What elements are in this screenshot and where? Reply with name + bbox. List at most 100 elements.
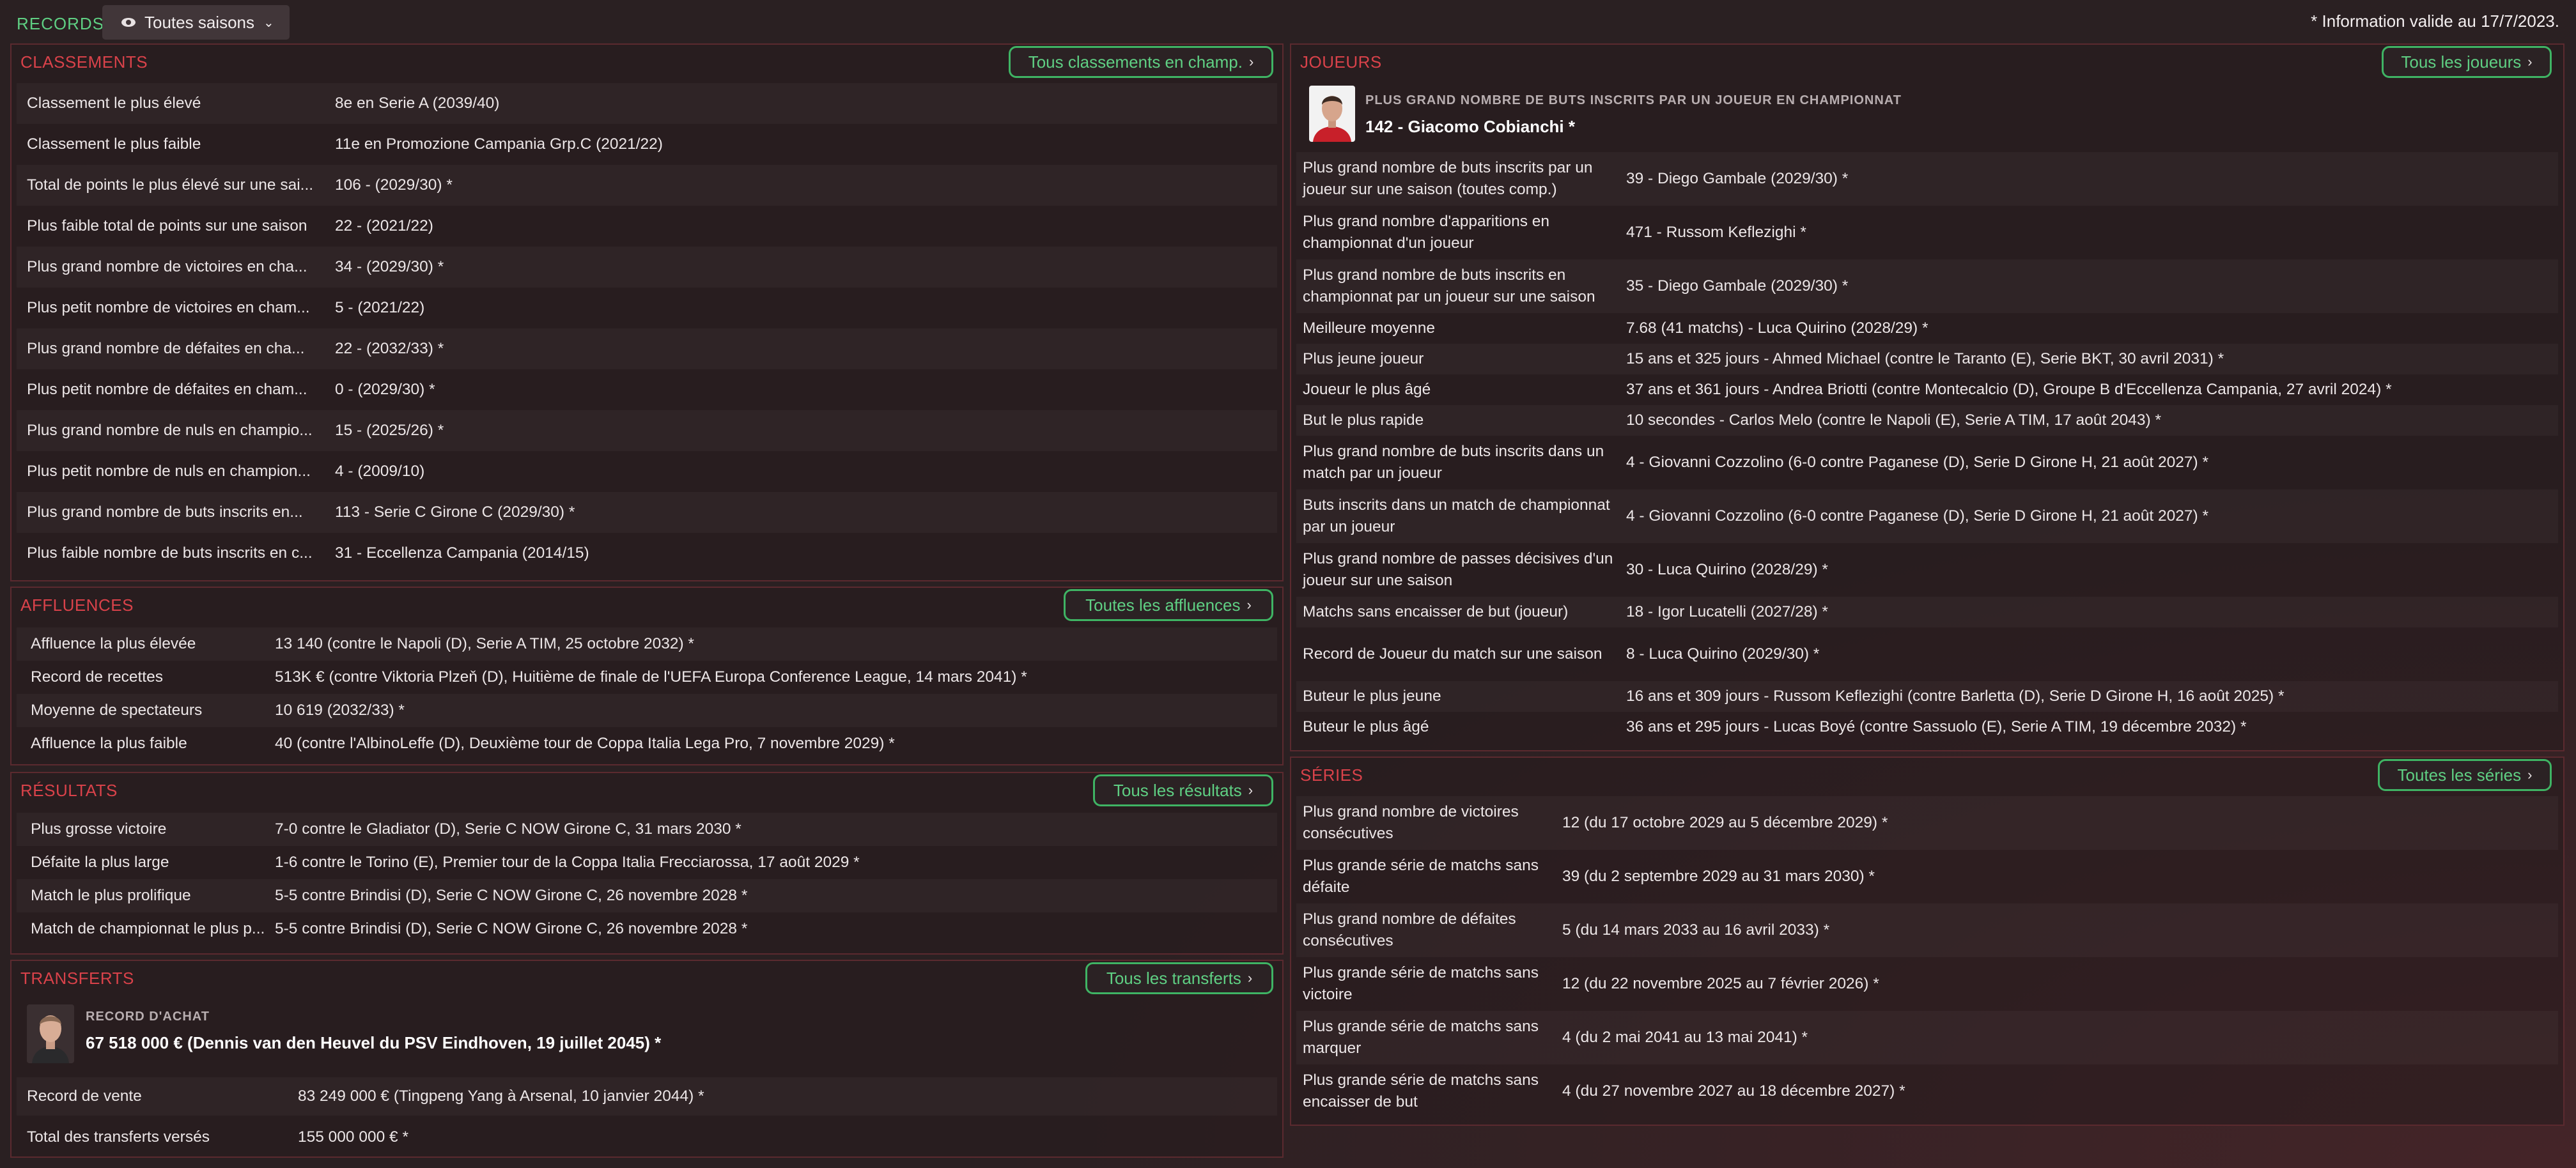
record-value[interactable]: 39 (du 2 septembre 2029 au 31 mars 2030)… [1562,868,1875,886]
record-value[interactable]: 40 (contre l'AlbinoLeffe (D), Deuxième t… [275,735,895,753]
record-row: Plus petit nombre de nuls en champion...… [17,451,1277,492]
top-scorer-main[interactable]: 142 - Giacomo Cobianchi * [1365,117,1902,137]
transfer-record-main: 67 518 000 € (Dennis van den Heuvel du P… [86,1033,662,1052]
record-value[interactable]: 13 140 (contre le Napoli (D), Serie A TI… [275,635,694,653]
record-value[interactable]: 5 - (2021/22) [335,299,424,317]
record-value[interactable]: 22 - (2032/33) * [335,340,444,358]
record-value[interactable]: 4 (du 27 novembre 2027 au 18 décembre 20… [1562,1082,1905,1100]
transfer-record-sub: RECORD D'ACHAT [86,1010,210,1024]
record-value[interactable]: 83 249 000 € (Tingpeng Yang à Arsenal, 1… [298,1087,704,1105]
record-value[interactable]: 12 (du 22 novembre 2025 au 7 février 202… [1562,975,1879,993]
all-transfers-label: Tous les transferts [1106,968,1241,988]
record-value[interactable]: 7-0 contre le Gladiator (D), Serie C NOW… [275,820,741,838]
all-standings-button[interactable]: Tous classements en champ. › [1009,46,1273,78]
record-value[interactable]: 10 secondes - Carlos Melo (contre le Nap… [1626,411,2161,429]
record-value[interactable]: 155 000 000 € * [298,1128,408,1146]
record-value[interactable]: 8e en Serie A (2039/40) [335,95,499,112]
all-streaks-button[interactable]: Toutes les séries › [2378,759,2552,791]
record-row: Plus jeune joueur 15 ans et 325 jours - A… [1296,344,2558,374]
record-row: Plus grand nombre de défaites consécutiv… [1296,903,2558,957]
chevron-right-icon: › [1248,54,1254,70]
record-label: Joueur le plus âgé [1303,381,1431,398]
record-value[interactable]: 4 (du 2 mai 2041 au 13 mai 2041) * [1562,1029,1808,1047]
record-row: Buts inscrits dans un match de championn… [1296,489,2558,543]
record-label: Plus faible nombre de buts inscrits en c… [27,544,313,562]
record-value[interactable]: 471 - Russom Keflezighi * [1626,224,1806,242]
record-row: Plus grande série de matchs sans défaite… [1296,850,2558,903]
record-value[interactable]: 30 - Luca Quirino (2028/29) * [1626,561,1828,579]
record-value[interactable]: 5-5 contre Brindisi (D), Serie C NOW Gir… [275,920,747,938]
record-value[interactable]: 7.68 (41 matchs) - Luca Quirino (2028/29… [1626,319,1928,337]
record-value[interactable]: 106 - (2029/30) * [335,176,453,194]
joueurs-panel: JOUEURS Tous les joueurs › PLUS GRAND NO… [1290,43,2564,751]
record-row: Défaite la plus large 1-6 contre le Torin… [17,846,1277,879]
chevron-right-icon: › [2527,767,2533,783]
record-row: Joueur le plus âgé 37 ans et 361 jours - … [1296,374,2558,405]
all-attendances-button[interactable]: Toutes les affluences › [1064,589,1273,621]
record-value[interactable]: 39 - Diego Gambale (2029/30) * [1626,170,1848,188]
all-players-button[interactable]: Tous les joueurs › [2382,46,2552,78]
affluences-title: AFFLUENCES [20,596,134,615]
record-row: Matchs sans encaisser de but (joueur) 18 … [1296,597,2558,627]
record-label: Plus grosse victoire [31,820,167,838]
all-transfers-button[interactable]: Tous les transferts › [1085,962,1273,994]
record-label: Record de Joueur du match sur une saison [1303,645,1602,663]
record-value[interactable]: 18 - Igor Lucatelli (2027/28) * [1626,603,1828,621]
record-row: Plus grand nombre de buts inscrits en ch… [1296,259,2558,313]
record-row: Record de recettes 513K € (contre Viktori… [17,661,1277,694]
record-row: Total des transferts versés 155 000 000 €… [17,1118,1277,1156]
record-label: Total des transferts versés [27,1128,210,1146]
record-label: Plus petit nombre de défaites en cham... [27,381,307,398]
record-label: Plus jeune joueur [1303,350,1424,367]
record-row: Plus grande série de matchs sans encaiss… [1296,1064,2558,1118]
record-value[interactable]: 4 - (2009/10) [335,463,424,480]
record-row: Affluence la plus faible 40 (contre l'Alb… [17,727,1277,760]
record-value[interactable]: 5 (du 14 mars 2033 au 16 avril 2033) * [1562,921,1829,939]
record-label: Classement le plus faible [27,135,201,153]
record-value[interactable]: 5-5 contre Brindisi (D), Serie C NOW Gir… [275,887,747,905]
record-value[interactable]: 4 - Giovanni Cozzolino (6-0 contre Pagan… [1626,507,2208,525]
record-row: Plus faible total de points sur une sais… [17,206,1277,247]
chevron-right-icon: › [1248,782,1253,798]
season-filter-dropdown[interactable]: Toutes saisons ⌄ [102,5,290,40]
record-value[interactable]: 36 ans et 295 jours - Lucas Boyé (contre… [1626,718,2247,736]
record-value[interactable]: 10 619 (2032/33) * [275,702,405,719]
record-label: Plus grand nombre de buts inscrits en... [27,503,303,521]
record-value[interactable]: 22 - (2021/22) [335,217,433,235]
record-row: Plus grosse victoire 7-0 contre le Gladia… [17,813,1277,846]
record-value[interactable]: 8 - Luca Quirino (2029/30) * [1626,645,1819,663]
record-row: Meilleure moyenne 7.68 (41 matchs) - Luca… [1296,313,2558,344]
record-row: Plus grand nombre de défaites en cha... 2… [17,328,1277,369]
record-row: Plus grand nombre de buts inscrits par u… [1296,152,2558,206]
record-value[interactable]: 31 - Eccellenza Campania (2014/15) [335,544,589,562]
record-label: Plus faible total de points sur une sais… [27,217,307,234]
record-value[interactable]: 11e en Promozione Campania Grp.C (2021/2… [335,135,663,153]
record-value[interactable]: 12 (du 17 octobre 2029 au 5 décembre 202… [1562,814,1888,832]
record-label: But le plus rapide [1303,411,1424,429]
record-row: Plus grand nombre de victoires en cha...… [17,247,1277,288]
record-value[interactable]: 15 ans et 325 jours - Ahmed Michael (con… [1626,350,2224,368]
player-avatar[interactable] [27,1004,74,1063]
record-row: Buteur le plus jeune 16 ans et 309 jours … [1296,681,2558,712]
record-label: Plus grand nombre de passes décisives d'… [1303,550,1613,589]
record-label: Total de points le plus élevé sur une sa… [27,176,314,194]
record-value[interactable]: 1-6 contre le Torino (E), Premier tour d… [275,854,860,872]
record-value[interactable]: 113 - Serie C Girone C (2029/30) * [335,503,575,521]
joueurs-title: JOUEURS [1300,52,1382,72]
all-results-button[interactable]: Tous les résultats › [1093,774,1273,806]
record-value[interactable]: 15 - (2025/26) * [335,422,444,440]
record-row: Classement le plus faible 11e en Promozio… [17,124,1277,165]
player-avatar[interactable] [1309,86,1355,142]
record-value[interactable]: 34 - (2029/30) * [335,258,444,276]
resultats-panel: RÉSULTATS Tous les résultats › Plus gros… [10,772,1284,955]
record-value[interactable]: 37 ans et 361 jours - Andrea Briotti (co… [1626,381,2392,399]
classements-panel: CLASSEMENTS Tous classements en champ. ›… [10,43,1284,581]
record-value[interactable]: 0 - (2029/30) * [335,381,435,399]
series-panel: SÉRIES Toutes les séries › Plus grand no… [1290,757,2564,1126]
record-value[interactable]: 35 - Diego Gambale (2029/30) * [1626,277,1848,295]
record-label: Affluence la plus faible [31,735,187,752]
record-value[interactable]: 16 ans et 309 jours - Russom Keflezighi … [1626,688,2285,705]
record-row: Plus grande série de matchs sans victoir… [1296,957,2558,1011]
record-value[interactable]: 513K € (contre Viktoria Plzeň (D), Huiti… [275,668,1027,686]
record-value[interactable]: 4 - Giovanni Cozzolino (6-0 contre Pagan… [1626,454,2208,472]
